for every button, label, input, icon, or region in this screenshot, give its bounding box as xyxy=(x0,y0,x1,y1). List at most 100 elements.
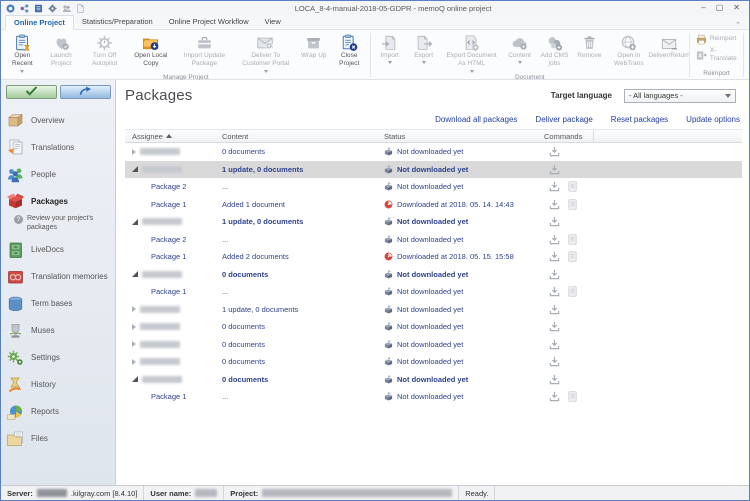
table-row[interactable]: Package 1Added 2 documentsDownloaded at … xyxy=(125,248,742,266)
deliver-return-button[interactable]: Deliver/Return xyxy=(651,31,687,60)
column-header-commands[interactable]: Commands xyxy=(542,130,594,142)
download-package-icon[interactable] xyxy=(549,216,560,227)
download-package-icon[interactable] xyxy=(549,251,560,262)
tab-view[interactable]: View xyxy=(257,15,289,29)
table-row[interactable]: Package 2...Not downloaded yet xyxy=(125,178,742,196)
report-package-icon[interactable] xyxy=(567,286,578,297)
confirm-button[interactable] xyxy=(6,85,57,99)
table-row[interactable]: Package 1...Not downloaded yet xyxy=(125,388,742,406)
sharing-icon[interactable] xyxy=(20,4,29,13)
download-package-icon[interactable] xyxy=(549,234,560,245)
sidebar-item-packages[interactable]: Packages xyxy=(6,192,115,210)
open-recent-button[interactable]: Open Recent xyxy=(4,31,41,73)
download-package-icon[interactable] xyxy=(549,321,560,332)
expand-arrow-icon[interactable] xyxy=(132,149,136,155)
sidebar-item-term-bases[interactable]: Term bases xyxy=(6,295,115,313)
import-button[interactable]: Import xyxy=(373,31,407,64)
download-package-icon[interactable] xyxy=(549,269,560,280)
table-row[interactable]: Package 2...Not downloaded yet xyxy=(125,231,742,249)
sidebar-item-settings[interactable]: Settings xyxy=(6,349,115,367)
sidebar-item-overview[interactable]: Overview xyxy=(6,111,115,129)
tab-statistics-preparation[interactable]: Statistics/Preparation xyxy=(74,15,161,29)
deliver-to-customer-portal-button[interactable]: Deliver To Customer Portal xyxy=(235,31,297,73)
download-package-icon[interactable] xyxy=(549,339,560,350)
memoq-icon[interactable] xyxy=(6,4,15,13)
wrap-up-button[interactable]: Wrap Up xyxy=(297,31,331,60)
maximize-button[interactable]: ▢ xyxy=(716,4,724,12)
column-header-status[interactable]: Status xyxy=(382,130,542,142)
target-language-select[interactable]: - All languages - xyxy=(624,89,736,103)
column-header-content[interactable]: Content xyxy=(220,130,382,142)
report-package-icon[interactable] xyxy=(567,251,578,262)
table-row[interactable]: Package 1Added 1 documentDownloaded at 2… xyxy=(125,196,742,214)
turn-off-autopilot-button[interactable]: Turn Off Autopilot xyxy=(81,31,127,69)
table-row[interactable]: 0 documentsNot downloaded yet xyxy=(125,371,742,389)
sidebar-item-history[interactable]: History xyxy=(6,376,115,394)
table-row[interactable]: Package 1...Not downloaded yet xyxy=(125,283,742,301)
sidebar-item-livedocs[interactable]: LiveDocs xyxy=(6,241,115,259)
report-package-icon[interactable] xyxy=(567,199,578,210)
download-package-icon[interactable] xyxy=(549,356,560,367)
collapse-arrow-icon[interactable] xyxy=(132,166,138,172)
table-row[interactable]: 0 documentsNot downloaded yet xyxy=(125,353,742,371)
column-header-assignee[interactable]: Assignee xyxy=(125,130,220,142)
add-cms-jobs-button[interactable]: Add CMS jobs xyxy=(537,31,573,69)
collapse-arrow-icon[interactable] xyxy=(132,271,138,277)
resources-icon[interactable] xyxy=(34,4,43,13)
table-row[interactable]: 0 documentsNot downloaded yet xyxy=(125,266,742,284)
close-project-button[interactable]: Close Project xyxy=(331,31,368,69)
open-in-webtrans-button[interactable]: Open in WebTrans xyxy=(606,31,651,69)
link-download-all-packages[interactable]: Download all packages xyxy=(435,115,517,124)
download-package-icon[interactable] xyxy=(549,181,560,192)
table-row[interactable]: 1 update, 0 documentsNot downloaded yet xyxy=(125,161,742,179)
tab-online-project[interactable]: Online Project xyxy=(5,15,74,30)
close-button[interactable]: ✕ xyxy=(733,4,740,12)
sidebar-item-translations[interactable]: Translations xyxy=(6,138,115,156)
report-package-icon[interactable] xyxy=(567,234,578,245)
table-row[interactable]: 1 update, 0 documentsNot downloaded yet xyxy=(125,301,742,319)
table-row[interactable]: 0 documentsNot downloaded yet xyxy=(125,143,742,161)
link-update-options[interactable]: Update options xyxy=(686,115,740,124)
download-package-icon[interactable] xyxy=(549,164,560,175)
minimize-button[interactable]: – xyxy=(701,4,705,12)
group-icon[interactable] xyxy=(62,4,71,13)
x-translate-button[interactable]: X-Translate xyxy=(692,47,741,64)
launch-project-button[interactable]: Launch Project xyxy=(41,31,82,69)
expand-arrow-icon[interactable] xyxy=(132,324,136,330)
download-package-icon[interactable] xyxy=(549,374,560,385)
download-package-icon[interactable] xyxy=(549,304,560,315)
options-icon[interactable] xyxy=(48,4,57,13)
table-row[interactable]: 0 documentsNot downloaded yet xyxy=(125,336,742,354)
export-document-as-html-button[interactable]: Export Document As HTML xyxy=(441,31,503,73)
download-package-icon[interactable] xyxy=(549,199,560,210)
table-row[interactable]: 1 update, 0 documentsNot downloaded yet xyxy=(125,213,742,231)
report-package-icon[interactable] xyxy=(567,181,578,192)
expand-arrow-icon[interactable] xyxy=(132,306,136,312)
open-local-copy-button[interactable]: Open Local Copy xyxy=(128,31,174,69)
expand-arrow-icon[interactable] xyxy=(132,341,136,347)
table-row[interactable]: 0 documentsNot downloaded yet xyxy=(125,318,742,336)
reimport-button[interactable]: Reimport xyxy=(692,34,740,45)
remove-button[interactable]: Remove xyxy=(572,31,606,60)
sidebar-item-reports[interactable]: Reports xyxy=(6,403,115,421)
collapse-arrow-icon[interactable] xyxy=(132,219,138,225)
sidebar-item-translation-memories[interactable]: Translation memories xyxy=(6,268,115,286)
download-package-icon[interactable] xyxy=(549,146,560,157)
expand-arrow-icon[interactable] xyxy=(132,359,136,365)
sidebar-item-files[interactable]: Files xyxy=(6,430,115,448)
tab-online-project-workflow[interactable]: Online Project Workflow xyxy=(161,15,257,29)
new-document-icon[interactable] xyxy=(76,4,85,13)
import-update-package-button[interactable]: Import Update Package xyxy=(174,31,235,69)
sidebar-item-people[interactable]: People xyxy=(6,165,115,183)
export-button[interactable]: Export xyxy=(407,31,441,64)
report-package-icon[interactable] xyxy=(567,391,578,402)
link-reset-packages[interactable]: Reset packages xyxy=(611,115,668,124)
content-button[interactable]: Content xyxy=(503,31,537,64)
link-deliver-package[interactable]: Deliver package xyxy=(535,115,592,124)
download-package-icon[interactable] xyxy=(549,391,560,402)
ribbon-collapse-icon[interactable]: ⌃ xyxy=(735,22,741,29)
download-package-icon[interactable] xyxy=(549,286,560,297)
deliver-button[interactable] xyxy=(60,85,111,99)
sidebar-item-muses[interactable]: Muses xyxy=(6,322,115,340)
collapse-arrow-icon[interactable] xyxy=(132,376,138,382)
